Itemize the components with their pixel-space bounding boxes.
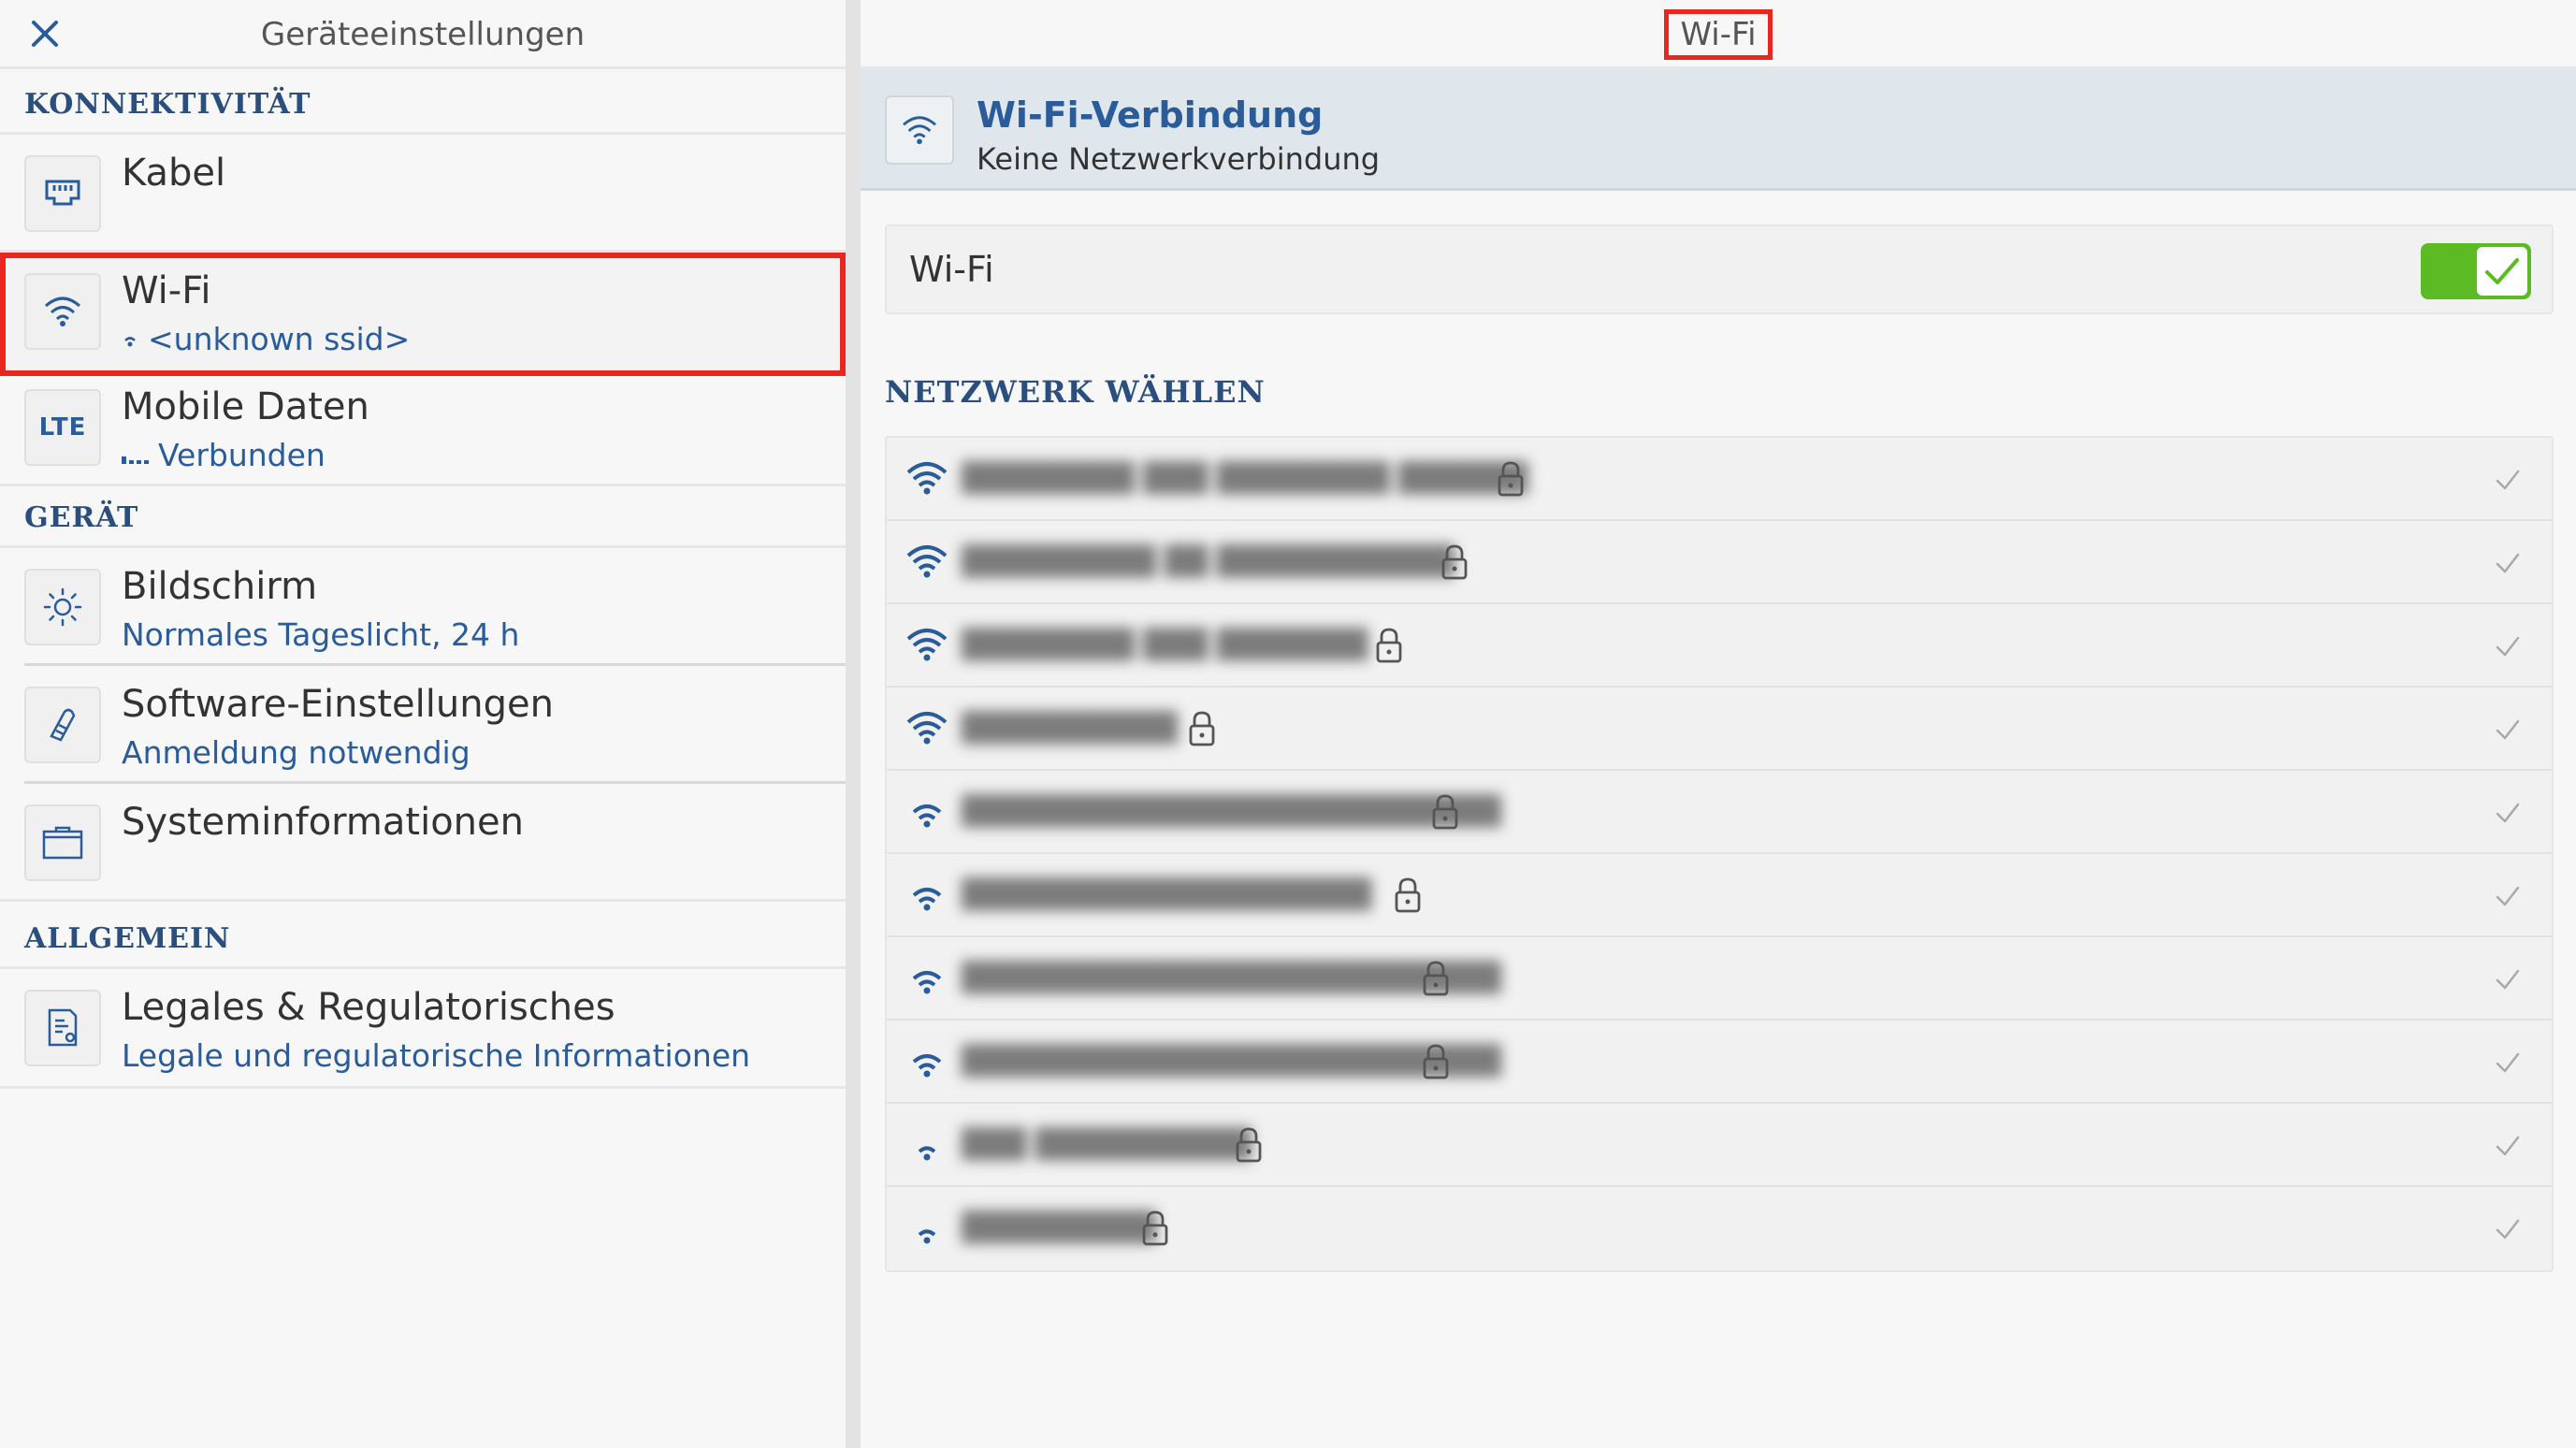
brightness-icon [24,569,101,645]
network-row[interactable]: ██████████ [887,688,2552,771]
menu-item-wifi[interactable]: Wi-Fi <unknown ssid> [0,253,846,376]
lock-icon [1392,876,1424,914]
ethernet-icon [24,155,101,232]
network-row[interactable]: ████████ ███ ███████ [887,604,2552,688]
system-info-icon [24,804,101,881]
settings-sidebar: Geräteeinstellungen KONNEKTIVITÄT Kabel … [0,0,846,1448]
checkmark-icon [2492,1047,2524,1079]
lte-icon-text: LTE [38,413,87,442]
lock-icon [1139,1209,1171,1247]
wifi-signal-icon [905,625,948,668]
lte-icon: LTE [24,389,101,466]
network-ssid: ██████████ [962,712,1178,745]
sidebar-title: Geräteeinstellungen [260,16,586,53]
checkmark-icon [2492,464,2524,496]
lock-icon [1420,960,1452,997]
section-general: ALLGEMEIN [0,902,846,969]
wifi-signal-icon [905,458,948,501]
wifi-toggle-row: Wi-Fi [885,224,2554,314]
menu-item-legal[interactable]: Legales & Regulatorisches Legale und reg… [0,969,846,1089]
network-row[interactable]: ███████████████████ [887,854,2552,937]
lock-icon [1186,710,1218,747]
connection-status-text: Keine Netzwerkverbindung [977,141,1381,177]
wifi-signal-icon [905,1124,948,1167]
legal-title: Legales & Regulatorisches [122,986,615,1029]
wifi-signal-icon [905,875,948,918]
wifi-icon [885,95,954,165]
lock-icon [1495,460,1527,498]
section-device: GERÄT [0,486,846,548]
connection-title: Wi-Fi-Verbindung [977,94,1324,136]
checkmark-icon [2477,247,2527,296]
network-ssid: █████████████████████████ [962,795,1501,828]
network-ssid: ████████ ███ ███████ [962,629,1368,661]
network-ssid: █████████ ██ ███████████ [962,545,1454,578]
menu-item-cable[interactable]: Kabel [0,135,846,253]
lock-icon [1373,627,1405,664]
mobile-data-status: Verbunden [158,437,326,473]
checkmark-icon [2492,547,2524,579]
lock-icon [1420,1043,1452,1080]
software-icon [24,687,101,763]
network-ssid: ███████████████████ [962,878,1372,911]
display-title: Bildschirm [122,565,318,608]
wifi-title: Wi-Fi [122,269,211,312]
network-ssid: █████████ [962,1211,1156,1244]
wifi-signal-icon [905,958,948,1001]
network-row[interactable]: ███ ██████████ [887,1104,2552,1187]
wifi-toggle-label: Wi-Fi [909,249,994,290]
display-subtitle: Normales Tageslicht, 24 h [122,616,520,653]
checkmark-icon [2492,714,2524,746]
legal-document-icon [24,990,101,1066]
wifi-toggle-switch[interactable] [2421,243,2531,299]
wifi-small-icon [124,337,136,347]
legal-subtitle: Legale und regulatorische Informationen [122,1037,751,1074]
cable-title: Kabel [122,152,226,195]
network-row[interactable]: █████████████████████████ [887,937,2552,1021]
checkmark-icon [2492,1130,2524,1162]
wifi-connection-status: Wi-Fi-Verbindung Keine Netzwerkverbindun… [861,69,2576,191]
checkmark-icon [2492,880,2524,912]
wifi-ssid-subtitle: <unknown ssid> [148,321,411,357]
wifi-detail-pane: Wi-Fi Wi-Fi-Verbindung Keine Netzwerkver… [861,0,2576,1448]
wifi-signal-icon [905,1041,948,1084]
wifi-signal-icon [905,708,948,751]
network-row[interactable]: █████████ ██ ███████████ [887,521,2552,604]
pane-divider[interactable] [846,0,861,1448]
lock-icon [1233,1126,1265,1164]
section-connectivity: KONNEKTIVITÄT [0,69,846,135]
wifi-signal-icon [905,542,948,585]
network-row[interactable]: █████████ [887,1187,2552,1270]
lock-icon [1439,543,1470,581]
menu-item-system-info[interactable]: Systeminformationen [0,784,846,902]
wifi-signal-icon [905,791,948,834]
cell-signal-icon [122,447,149,464]
wifi-signal-icon [905,1208,948,1251]
lock-icon [1429,793,1461,831]
network-row[interactable]: ████████ ███ ████████ ██████ [887,438,2552,521]
detail-title: Wi-Fi [1664,9,1773,60]
network-ssid: ███ ██████████ [962,1128,1252,1161]
sidebar-header: Geräteeinstellungen [0,0,846,69]
network-ssid: ████████ ███ ████████ ██████ [962,462,1528,495]
wifi-icon [24,273,101,350]
network-row[interactable]: █████████████████████████ [887,771,2552,854]
menu-item-software-settings[interactable]: Software-Einstellungen Anmeldung notwend… [24,666,846,784]
menu-item-display[interactable]: Bildschirm Normales Tageslicht, 24 h [24,548,846,666]
software-settings-subtitle: Anmeldung notwendig [122,734,470,771]
checkmark-icon [2492,963,2524,995]
menu-item-mobile-data[interactable]: LTE Mobile Daten Verbunden [0,376,846,486]
checkmark-icon [2492,1213,2524,1245]
system-info-title: Systeminformationen [122,801,524,844]
network-list: ████████ ███ ████████ ██████ █████████ ██… [885,436,2554,1272]
mobile-data-title: Mobile Daten [122,385,369,428]
detail-header: Wi-Fi [861,0,2576,69]
software-settings-title: Software-Einstellungen [122,683,554,726]
network-row[interactable]: █████████████████████████ [887,1021,2552,1104]
choose-network-header: NETZWERK WÄHLEN [885,374,1266,410]
checkmark-icon [2492,797,2524,829]
checkmark-icon [2492,630,2524,662]
